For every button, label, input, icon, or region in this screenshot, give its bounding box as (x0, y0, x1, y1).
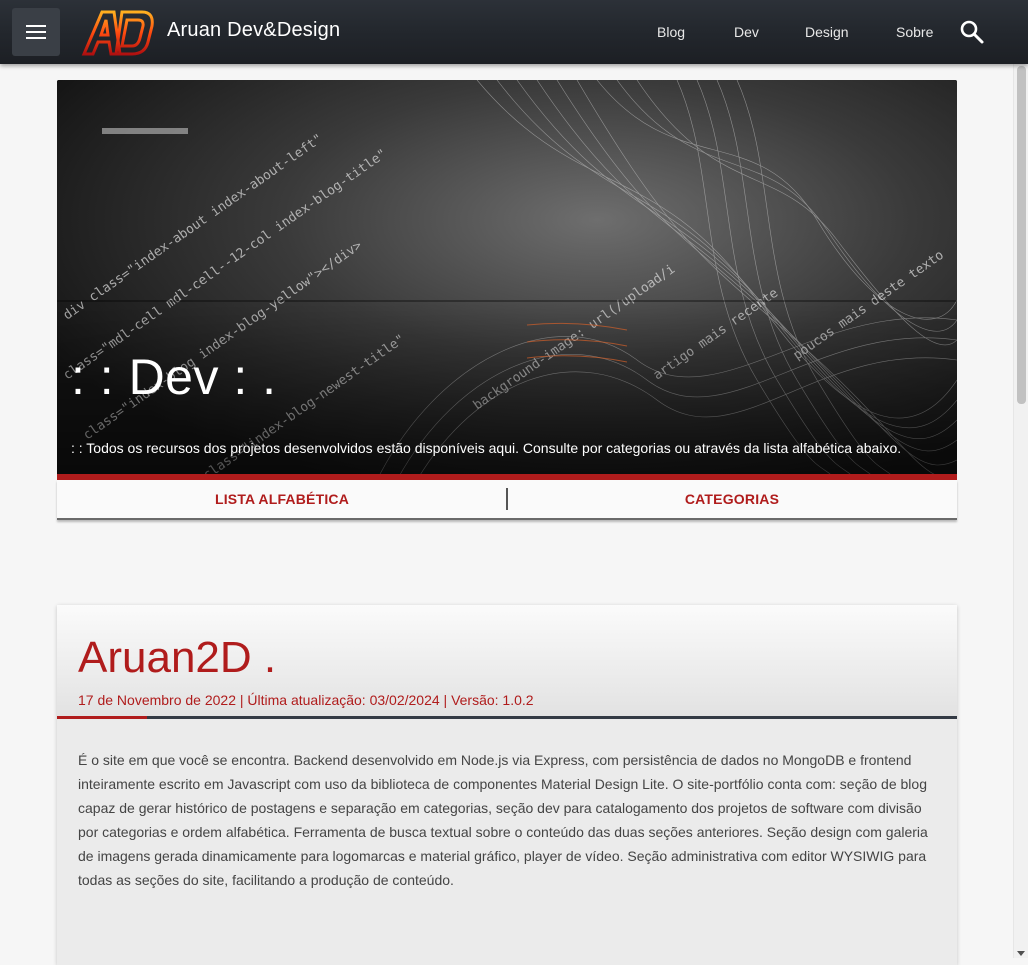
project-meta: 17 de Novembro de 2022 | Última atualiza… (78, 692, 534, 708)
scroll-down-arrow-icon[interactable] (1017, 951, 1025, 956)
menu-button[interactable] (12, 8, 60, 56)
page-title: : : Dev : . (71, 349, 277, 405)
hero-banner: class="mdl-cell mdl-cell--12-col index-b… (57, 80, 957, 480)
header-divider (57, 716, 957, 719)
search-icon[interactable] (958, 18, 986, 46)
nav-design[interactable]: Design (805, 24, 849, 40)
card-header: Aruan2D . 17 de Novembro de 2022 | Últim… (57, 605, 957, 719)
project-card: Aruan2D . 17 de Novembro de 2022 | Últim… (57, 605, 957, 965)
page-scrollbar[interactable] (1013, 64, 1028, 958)
site-logo[interactable] (80, 6, 156, 58)
project-description: É o site em que você se encontra. Backen… (78, 752, 928, 888)
hamburger-menu-icon (26, 25, 46, 39)
tab-categorias[interactable]: CATEGORIAS (507, 480, 957, 518)
nav-dev[interactable]: Dev (734, 24, 759, 40)
hero-background-art: class="mdl-cell mdl-cell--12-col index-b… (57, 80, 957, 480)
scrollbar-thumb[interactable] (1017, 66, 1026, 404)
top-app-bar: Aruan Dev&Design Blog Dev Design Sobre (0, 0, 1028, 64)
brand-name[interactable]: Aruan Dev&Design (167, 19, 340, 42)
project-title[interactable]: Aruan2D . (78, 633, 276, 683)
tab-lista-alfabetica[interactable]: LISTA ALFABÉTICA (57, 480, 507, 518)
header-accent (57, 716, 147, 719)
section-tabs: LISTA ALFABÉTICA CATEGORIAS (57, 480, 957, 520)
hero-description: : : Todos os recursos dos projetos desen… (71, 440, 902, 456)
nav-blog[interactable]: Blog (657, 24, 685, 40)
nav-sobre[interactable]: Sobre (896, 24, 933, 40)
